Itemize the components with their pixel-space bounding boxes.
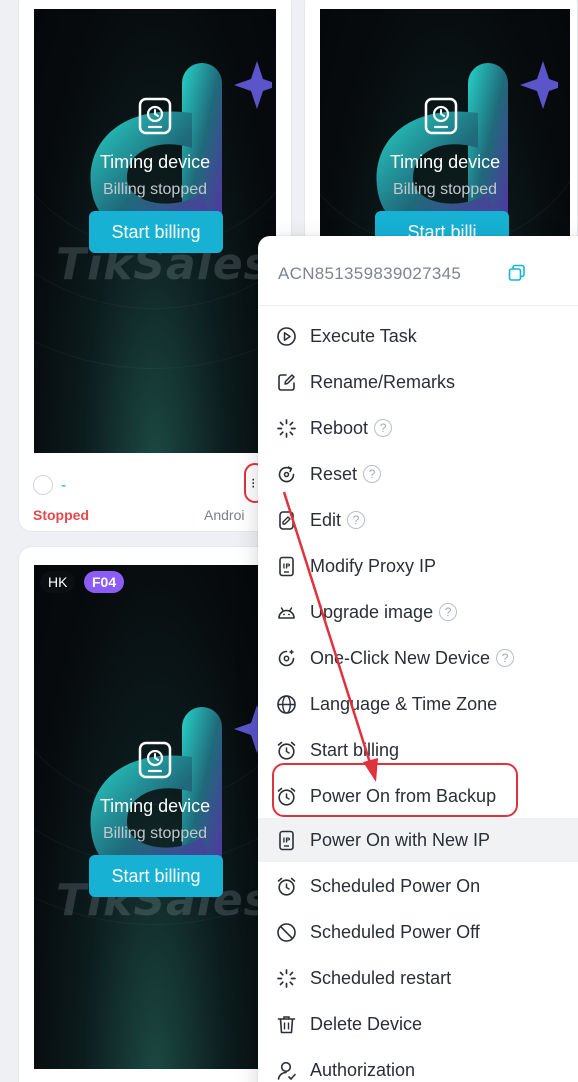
billing-status: Billing stopped (102, 181, 208, 198)
device-id: ACN851359839027345 (278, 264, 462, 283)
billing-status: Billing stopped (392, 181, 498, 198)
copy-icon[interactable] (508, 264, 526, 282)
region-badge: HK (40, 571, 76, 593)
timing-device-title: Timing device (99, 152, 211, 172)
menu-item-label: Upgrade image? (310, 602, 458, 623)
new-device-icon (278, 649, 295, 667)
menu-item-scheduled-power-on[interactable]: Scheduled Power On (258, 864, 578, 908)
menu-item-scheduled-power-off[interactable]: Scheduled Power Off (258, 910, 578, 954)
menu-item-label: Delete Device (310, 1014, 423, 1034)
menu-item-label: Scheduled restart (310, 968, 452, 988)
trash-icon (277, 1016, 296, 1034)
menu-item-delete-device[interactable]: Delete Device (258, 1002, 578, 1046)
start-billing-button[interactable]: Start billing (89, 855, 223, 897)
menu-item-label: Start billing (310, 740, 400, 760)
os-label: Androi (204, 507, 245, 523)
menu-item-label: Reset? (310, 464, 382, 485)
loading-icon (277, 969, 296, 988)
stop-circle-icon (277, 923, 296, 942)
menu-item-execute-task[interactable]: Execute Task (258, 314, 578, 358)
ip-icon: IP (279, 830, 294, 851)
menu-item-label: Rename/Remarks (310, 372, 456, 392)
menu-item-scheduled-restart[interactable]: Scheduled restart (258, 956, 578, 1000)
device-screen[interactable]: HK F04 TikSales Timing device Billing st… (34, 565, 276, 1069)
status-stopped: Stopped (33, 507, 89, 523)
menu-item-label: Authorization (310, 1060, 416, 1080)
device-name: - (61, 477, 67, 494)
menu-item-modify-proxy-ip[interactable]: IP Modify Proxy IP (258, 544, 578, 588)
play-circle-icon (277, 327, 296, 346)
menu-item-authorization[interactable]: Authorization (258, 1048, 578, 1082)
timing-device-title: Timing device (389, 152, 501, 172)
alarm-clock-icon (277, 741, 296, 760)
menu-header: ACN851359839027345 (258, 236, 578, 306)
menu-item-label: One-Click New Device? (310, 648, 515, 669)
menu-item-reboot[interactable]: Reboot? (258, 406, 578, 450)
select-checkbox[interactable] (33, 475, 53, 495)
device-context-menu: ACN851359839027345 Execute Task Rename/R… (258, 236, 578, 1082)
ip-icon: IP (279, 556, 294, 577)
menu-item-label: Scheduled Power Off (310, 922, 480, 942)
help-icon[interactable]: ? (347, 511, 366, 529)
menu-item-label: Execute Task (310, 326, 417, 346)
alarm-clock-icon (277, 877, 296, 896)
svg-text:IP: IP (283, 837, 291, 845)
menu-item-label: Power On with New IP (310, 830, 491, 850)
menu-item-language-time-zone[interactable]: Language & Time Zone (258, 682, 578, 726)
device-card-3[interactable]: HK F04 TikSales Timing device Billing st… (18, 546, 292, 1082)
edit-square-icon (278, 374, 295, 391)
timing-device-icon (424, 97, 458, 135)
power-on-from-backup-highlight (272, 763, 518, 817)
globe-icon (277, 695, 296, 714)
menu-item-edit[interactable]: Edit? (258, 498, 578, 542)
android-icon (278, 607, 295, 619)
help-icon[interactable]: ? (363, 465, 382, 483)
start-billing-button[interactable]: Start billing (89, 211, 223, 253)
menu-item-reset[interactable]: Reset? (258, 452, 578, 496)
menu-item-rename-remarks[interactable]: Rename/Remarks (258, 360, 578, 404)
help-icon[interactable]: ? (496, 649, 515, 667)
device-screen[interactable]: TikSales Timing device Billing stopped S… (34, 9, 276, 453)
billing-status: Billing stopped (102, 825, 208, 842)
menu-item-upgrade-image[interactable]: Upgrade image? (258, 590, 578, 634)
svg-text:IP: IP (283, 563, 291, 571)
menu-item-power-on-with-new-ip[interactable]: IP Power On with New IP (258, 818, 578, 862)
loading-icon (277, 419, 296, 438)
timing-device-icon (138, 97, 172, 135)
menu-item-label: Scheduled Power On (310, 876, 481, 896)
menu-item-label: Edit? (310, 510, 366, 531)
user-icon (277, 1061, 296, 1080)
timing-device-icon (138, 741, 172, 779)
phone-edit-icon (279, 511, 294, 530)
tag-badge: F04 (84, 571, 125, 593)
timing-device-title: Timing device (99, 796, 211, 816)
help-icon[interactable]: ? (374, 419, 393, 437)
reset-icon (278, 466, 295, 483)
help-icon[interactable]: ? (439, 603, 458, 621)
menu-item-label: Reboot? (310, 418, 393, 439)
menu-item-label: Language & Time Zone (310, 694, 498, 714)
device-card-1[interactable]: TikSales Timing device Billing stopped S… (18, 0, 292, 532)
menu-item-one-click-new-device[interactable]: One-Click New Device? (258, 636, 578, 680)
menu-item-label: Modify Proxy IP (310, 556, 437, 576)
